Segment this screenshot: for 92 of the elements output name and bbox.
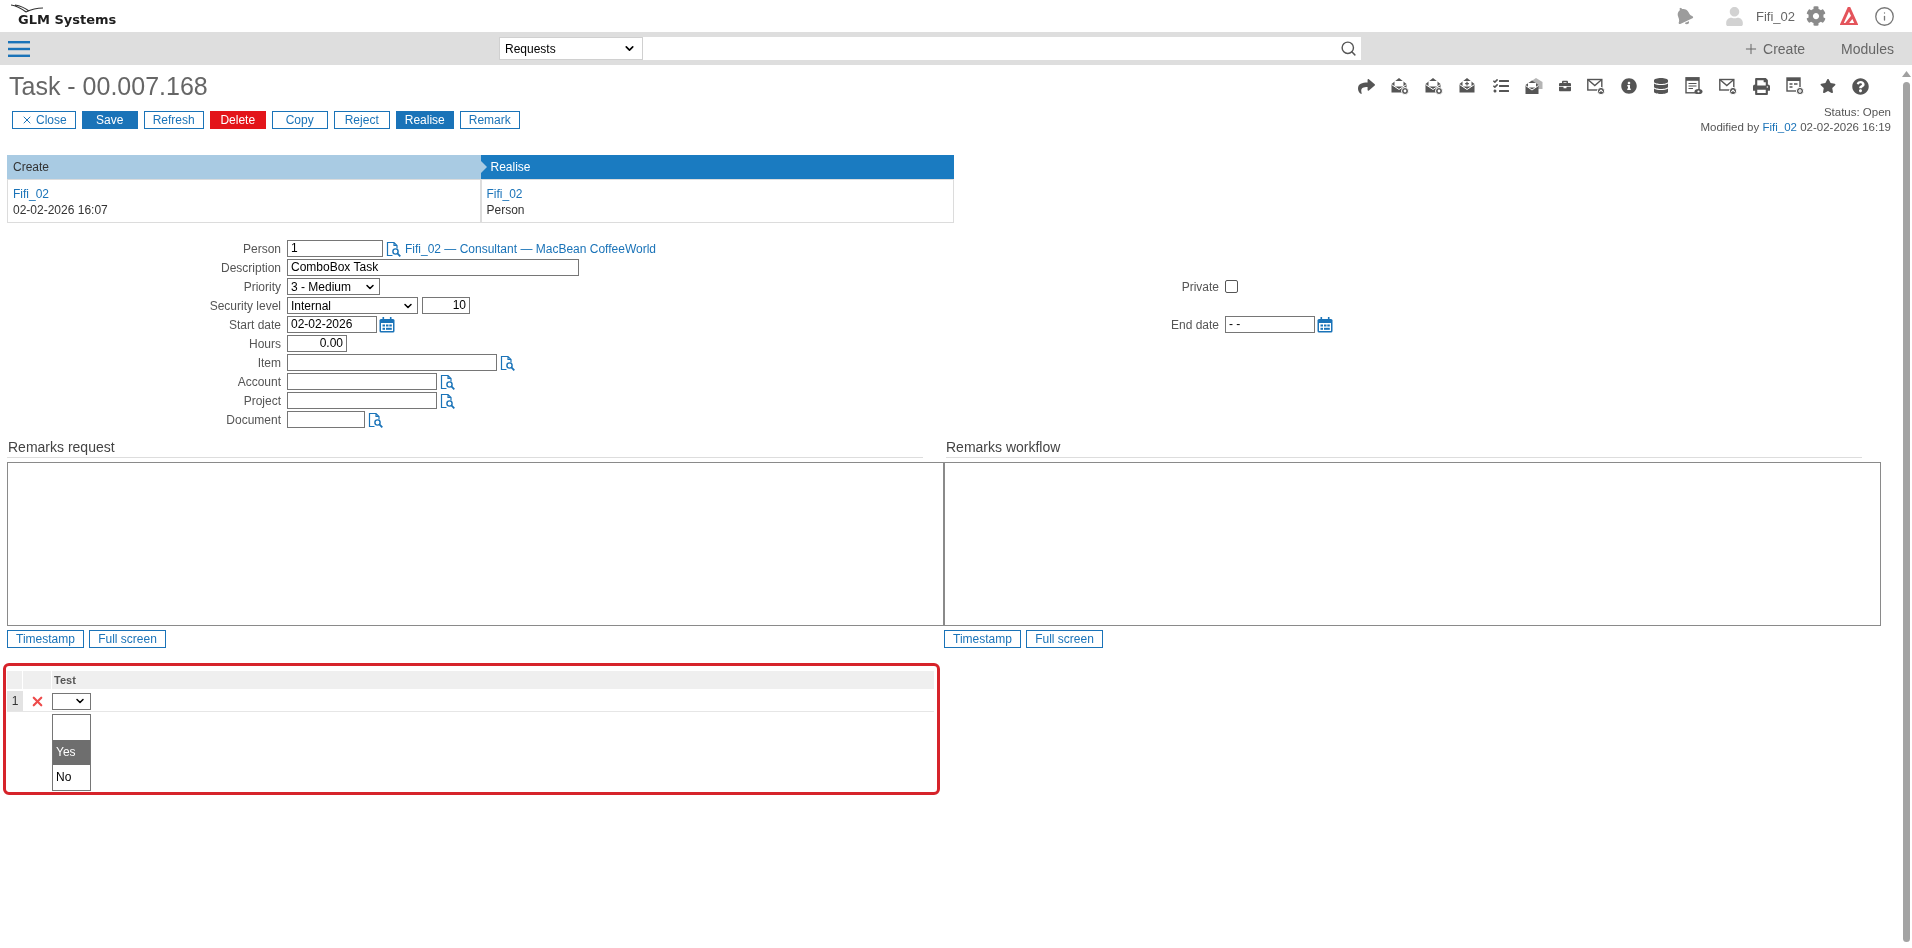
dropdown-option[interactable]: Yes xyxy=(53,740,90,765)
document-search-icon[interactable] xyxy=(439,373,455,390)
user-link[interactable]: Fifi_02 xyxy=(1762,121,1797,133)
step-label: Create xyxy=(13,160,50,174)
field-label: Start date xyxy=(228,317,281,332)
envelope-icon[interactable] xyxy=(1425,77,1443,95)
checklist-icon[interactable] xyxy=(1493,78,1509,94)
number-field[interactable]: 0.00 xyxy=(287,335,347,352)
help-icon[interactable] xyxy=(1852,77,1869,95)
document-search-icon[interactable] xyxy=(367,411,383,428)
step-detail: Person xyxy=(486,202,525,218)
envelope-icon[interactable] xyxy=(1719,77,1737,95)
step-label: Realise xyxy=(490,160,531,174)
text-field[interactable] xyxy=(287,354,497,371)
bird-icon xyxy=(10,3,44,13)
document-icon[interactable] xyxy=(1685,77,1703,95)
logo: GLM Systems xyxy=(18,12,117,27)
field-label: End date xyxy=(1170,317,1219,332)
date-field[interactable]: - - xyxy=(1225,316,1315,333)
database-icon[interactable] xyxy=(1653,78,1669,94)
info-icon[interactable] xyxy=(1621,78,1637,94)
field-label: Security level xyxy=(209,298,281,313)
text-button[interactable]: Timestamp xyxy=(7,630,84,648)
field-label: Description xyxy=(220,260,281,275)
action-button[interactable]: Close xyxy=(12,111,76,129)
envelope-icon[interactable] xyxy=(1587,77,1605,95)
field-label: Account xyxy=(237,374,281,389)
text-button[interactable]: Full screen xyxy=(1026,630,1103,648)
text-button[interactable]: Timestamp xyxy=(944,630,1021,648)
status-text: Status: Open xyxy=(1823,105,1891,120)
field-label: Person xyxy=(242,241,281,256)
action-button[interactable]: Copy xyxy=(271,111,328,129)
number-field[interactable]: 10 xyxy=(422,297,470,314)
text-field[interactable]: ComboBox Task xyxy=(287,259,579,276)
text-field[interactable]: 1 xyxy=(287,240,383,257)
calendar-icon[interactable] xyxy=(1317,316,1333,333)
row-number: 1 xyxy=(7,691,23,711)
user-link[interactable]: Fifi_02 xyxy=(13,186,50,202)
scroll-up-icon[interactable] xyxy=(1901,71,1911,77)
create-link[interactable]: Create xyxy=(1743,40,1806,57)
window-plus-icon[interactable] xyxy=(1786,77,1804,95)
action-button[interactable]: Reject xyxy=(333,111,390,129)
document-search-icon[interactable] xyxy=(385,240,401,257)
star-icon[interactable] xyxy=(1820,78,1836,94)
field-label: Project xyxy=(243,393,281,408)
action-button[interactable]: Delete xyxy=(209,111,266,129)
close-icon xyxy=(21,114,33,126)
info-icon[interactable] xyxy=(1874,5,1895,27)
envelopes-icon[interactable] xyxy=(1525,77,1543,95)
settings-icon[interactable] xyxy=(1806,6,1826,26)
share-icon[interactable] xyxy=(1358,77,1375,95)
section-title: Remarks request xyxy=(7,439,115,456)
dropdown[interactable]: Internal xyxy=(287,297,418,314)
envelope-icon[interactable] xyxy=(1391,77,1409,95)
search-field[interactable] xyxy=(643,37,1361,60)
action-button[interactable]: Refresh xyxy=(143,111,204,129)
menu-icon[interactable] xyxy=(8,40,30,57)
printer-icon[interactable] xyxy=(1753,77,1770,95)
text-field[interactable] xyxy=(287,373,437,390)
modified-info: Modified by Fifi_02 02-02-2026 16:19 xyxy=(1700,120,1891,135)
text-field[interactable] xyxy=(287,392,437,409)
envelope-icon[interactable] xyxy=(1459,77,1477,95)
user-name: Fifi_02 xyxy=(1755,8,1795,24)
calendar-icon[interactable] xyxy=(379,316,395,333)
action-button[interactable]: Realise xyxy=(395,111,454,129)
search-icon[interactable] xyxy=(1340,40,1357,57)
text-button[interactable]: Full screen xyxy=(89,630,166,648)
action-button[interactable]: Save xyxy=(81,111,138,129)
briefcase-icon[interactable] xyxy=(1559,80,1571,92)
module-dropdown[interactable]: Requests xyxy=(499,37,643,60)
field-label: Item xyxy=(257,355,281,370)
column-header: Test xyxy=(53,674,76,686)
section-title: Remarks workflow xyxy=(945,439,1061,456)
dropdown[interactable]: 3 - Medium xyxy=(287,278,380,295)
step-detail: 02-02-2026 16:07 xyxy=(13,202,108,218)
date-field[interactable]: 02-02-2026 xyxy=(287,316,377,333)
field-label: Hours xyxy=(249,336,281,351)
dropdown[interactable] xyxy=(52,692,91,710)
page-title: Task - 00.007.168 xyxy=(9,71,208,101)
text-field[interactable] xyxy=(287,411,365,428)
field-label: Private xyxy=(1181,279,1219,294)
checkbox[interactable] xyxy=(1225,280,1238,293)
brand-logo-icon[interactable] xyxy=(1840,7,1858,25)
user-link[interactable]: Fifi_02 xyxy=(486,186,523,202)
field-label: Priority xyxy=(243,279,281,294)
person-link[interactable]: Fifi_02 — Consultant — MacBean CoffeeWorld xyxy=(405,241,656,256)
action-button[interactable]: Remark xyxy=(459,111,520,129)
field-label: Document xyxy=(226,412,281,427)
document-search-icon[interactable] xyxy=(439,392,455,409)
menu-link[interactable]: Modules xyxy=(1841,40,1894,57)
scrollbar-thumb[interactable] xyxy=(1902,82,1910,942)
document-search-icon[interactable] xyxy=(499,354,515,371)
